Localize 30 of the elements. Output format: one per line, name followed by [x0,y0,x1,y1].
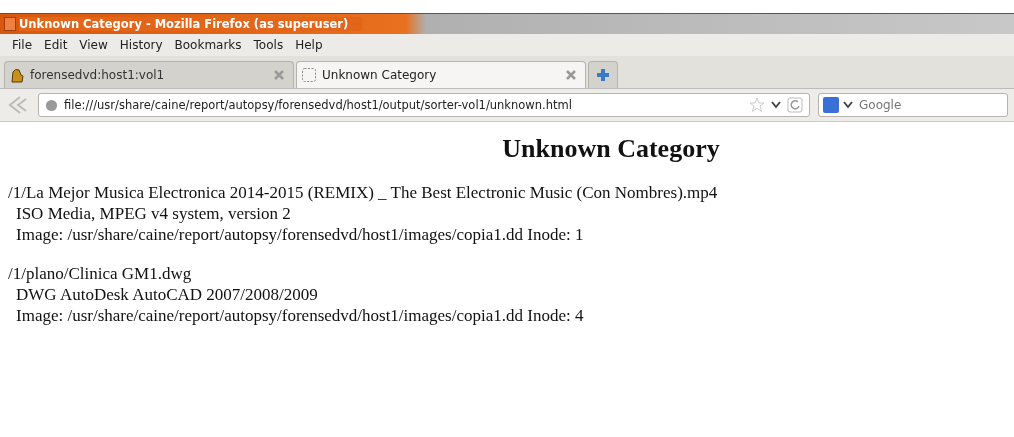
browser-tab[interactable]: forensedvd:host1:vol1 [4,61,294,88]
close-icon[interactable] [273,69,285,81]
search-bar[interactable]: Google [818,93,1008,117]
menu-item[interactable]: Tools [247,38,290,52]
menu-item[interactable]: History [113,38,169,52]
dropdown-icon[interactable] [843,101,853,109]
plus-icon [596,68,610,82]
file-path: /1/La Mejor Musica Electronica 2014-2015 (REMIX) _ The Best Electronic Music (Con Nombres).mp4 [8,182,719,203]
image-info: Image: /usr/share/caine/report/autopsy/forensedvd/host1/images/copia1.dd Inode: 4 [15,305,585,326]
file-path: /1/plano/Clinica GM1.dwg [8,263,193,284]
menu-item[interactable]: Bookmarks [168,38,248,52]
browser-tab[interactable]: Unknown Category [296,61,586,88]
window-title: Unknown Category - Mozilla Firefox (as superuser) [19,17,363,31]
close-icon[interactable] [565,69,577,81]
address-bar[interactable]: file:///usr/share/caine/report/autopsy/forensedvd/host1/output/sorter-vol1/unknown.html [38,93,810,117]
file-type: ISO Media, MPEG v4 system, version 2 [15,203,292,224]
star-icon[interactable] [749,97,765,113]
reload-icon[interactable] [787,97,803,113]
file-type: DWG AutoDesk AutoCAD 2007/2008/2009 [15,284,319,305]
dropdown-icon[interactable] [771,101,781,109]
menu-item[interactable]: View [73,38,114,52]
menu-item[interactable]: Help [289,38,329,52]
blank-page-icon [301,67,317,83]
page-heading: Unknown Category [501,134,721,164]
menu-item[interactable]: Edit [38,38,74,52]
new-tab-button[interactable] [588,61,618,88]
menu-item[interactable]: File [6,38,39,52]
globe-icon [45,98,58,112]
image-info: Image: /usr/share/caine/report/autopsy/forensedvd/host1/images/copia1.dd Inode: 1 [15,224,585,245]
window-icon [4,17,16,31]
